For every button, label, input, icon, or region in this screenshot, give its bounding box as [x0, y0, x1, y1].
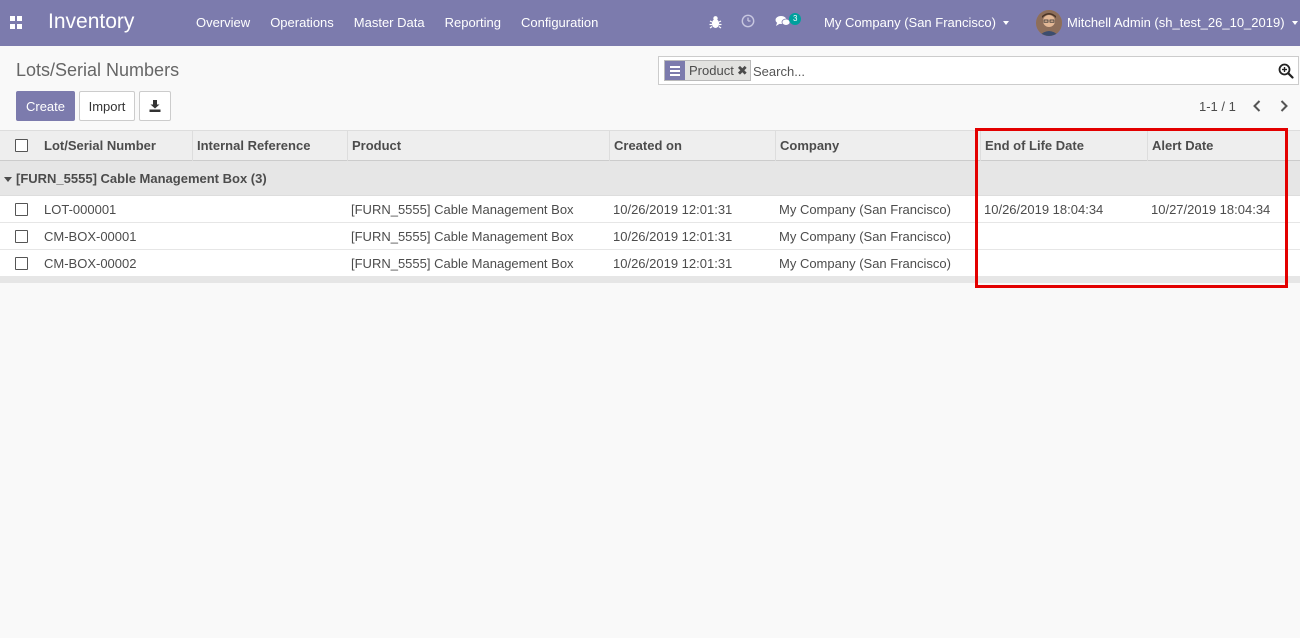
main-menu: Overview Operations Master Data Reportin…	[186, 15, 608, 30]
search-input[interactable]	[753, 61, 1253, 81]
cell-company: My Company (San Francisco)	[779, 202, 951, 217]
cell-created-on: 10/26/2019 12:01:31	[613, 202, 733, 217]
apps-icon[interactable]	[10, 16, 23, 29]
cell-product: [FURN_5555] Cable Management Box	[351, 256, 574, 271]
column-internal-reference[interactable]: Internal Reference	[192, 131, 347, 161]
column-company[interactable]: Company	[775, 131, 980, 161]
user-name: Mitchell Admin (sh_test_26_10_2019)	[1067, 15, 1285, 30]
cell-lot: LOT-000001	[44, 202, 117, 217]
row-checkbox[interactable]	[15, 203, 28, 216]
table-row[interactable]: CM-BOX-00001 [FURN_5555] Cable Managemen…	[0, 223, 1300, 250]
column-product[interactable]: Product	[347, 131, 609, 161]
cell-product: [FURN_5555] Cable Management Box	[351, 202, 574, 217]
user-menu[interactable]: Mitchell Admin (sh_test_26_10_2019)	[1067, 15, 1298, 30]
create-button[interactable]: Create	[16, 91, 75, 121]
facet-label: Product	[689, 63, 734, 78]
cell-end-of-life-date: 10/26/2019 18:04:34	[984, 202, 1104, 217]
menu-configuration[interactable]: Configuration	[511, 15, 608, 30]
facet-remove-icon[interactable]: ✖	[737, 61, 750, 80]
search-icon[interactable]	[1278, 63, 1294, 79]
group-label: [FURN_5555] Cable Management Box (3)	[16, 171, 267, 186]
search-facet: Product ✖	[664, 60, 751, 81]
list-footer	[0, 277, 1300, 283]
cell-product: [FURN_5555] Cable Management Box	[351, 229, 574, 244]
cell-lot: CM-BOX-00002	[44, 256, 137, 271]
bug-icon[interactable]	[709, 15, 722, 29]
menu-operations[interactable]: Operations	[260, 15, 344, 30]
group-row[interactable]: [FURN_5555] Cable Management Box (3)	[0, 161, 1300, 196]
table-row[interactable]: LOT-000001 [FURN_5555] Cable Management …	[0, 196, 1300, 223]
caret-down-icon	[4, 177, 12, 182]
menu-overview[interactable]: Overview	[186, 15, 260, 30]
row-checkbox[interactable]	[15, 257, 28, 270]
column-end-of-life-date[interactable]: End of Life Date	[980, 131, 1147, 161]
pager-previous-icon[interactable]	[1250, 98, 1264, 114]
column-created-on[interactable]: Created on	[609, 131, 775, 161]
search-bar: Product ✖	[658, 56, 1299, 85]
breadcrumb: Lots/Serial Numbers	[16, 60, 180, 80]
column-lot-serial-number[interactable]: Lot/Serial Number	[40, 131, 192, 161]
menu-master-data[interactable]: Master Data	[344, 15, 435, 30]
import-button[interactable]: Import	[79, 91, 135, 121]
lots-list: Lot/Serial Number Internal Reference Pro…	[0, 130, 1300, 283]
pager-next-icon[interactable]	[1277, 98, 1291, 114]
cell-company: My Company (San Francisco)	[779, 256, 951, 271]
chevron-down-icon	[1002, 21, 1009, 25]
company-name: My Company (San Francisco)	[824, 15, 996, 30]
avatar[interactable]	[1036, 10, 1062, 36]
chevron-down-icon	[1291, 21, 1298, 25]
export-button[interactable]	[139, 91, 171, 121]
cell-created-on: 10/26/2019 12:01:31	[613, 256, 733, 271]
download-icon	[149, 100, 161, 112]
company-switcher[interactable]: My Company (San Francisco)	[824, 15, 1009, 30]
menu-reporting[interactable]: Reporting	[435, 15, 511, 30]
cell-company: My Company (San Francisco)	[779, 229, 951, 244]
cell-lot: CM-BOX-00001	[44, 229, 137, 244]
list-header: Lot/Serial Number Internal Reference Pro…	[0, 130, 1300, 161]
app-title[interactable]: Inventory	[48, 10, 134, 34]
clock-icon[interactable]	[741, 14, 755, 28]
table-row[interactable]: CM-BOX-00002 [FURN_5555] Cable Managemen…	[0, 250, 1300, 277]
row-checkbox[interactable]	[15, 230, 28, 243]
group-by-icon	[665, 61, 685, 80]
pager-value[interactable]: 1-1 / 1	[1199, 99, 1236, 114]
top-navbar: Inventory Overview Operations Master Dat…	[0, 0, 1300, 46]
column-alert-date[interactable]: Alert Date	[1147, 131, 1288, 161]
cell-created-on: 10/26/2019 12:01:31	[613, 229, 733, 244]
messages-count-badge: 3	[789, 13, 802, 25]
select-all-checkbox[interactable]	[15, 139, 28, 152]
cell-alert-date: 10/27/2019 18:04:34	[1151, 202, 1271, 217]
